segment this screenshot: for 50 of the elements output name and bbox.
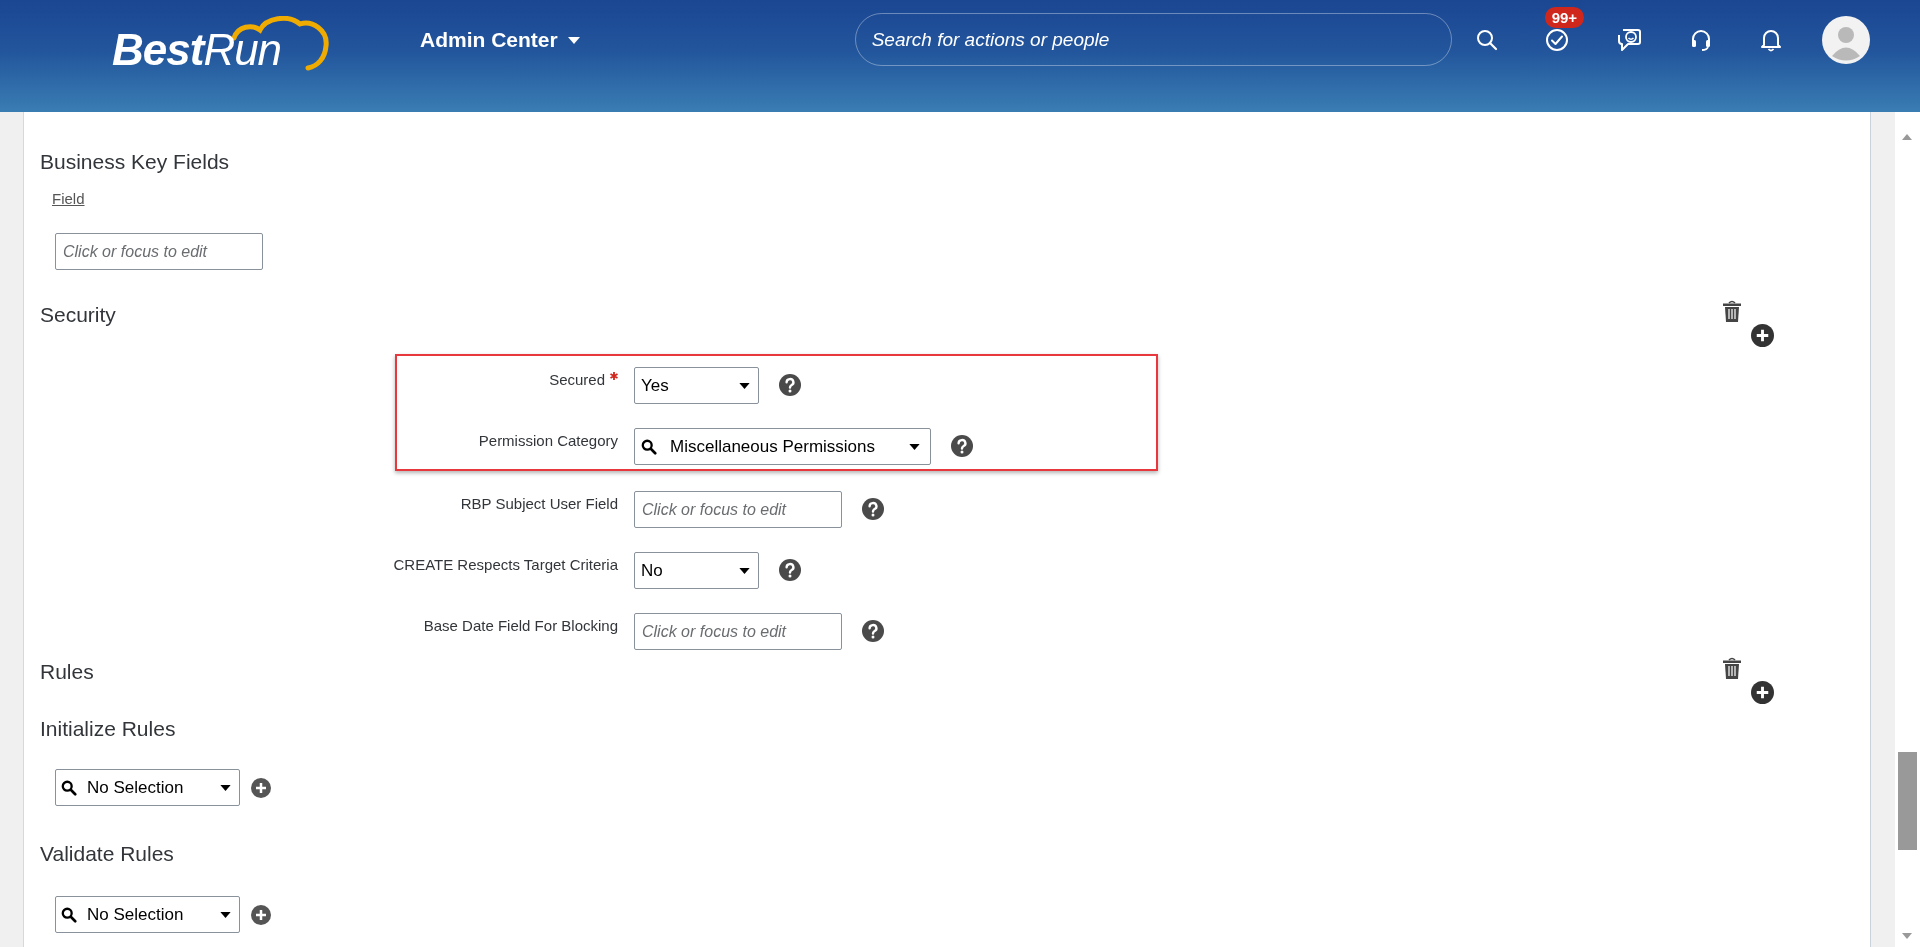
add-icon[interactable] <box>251 777 271 798</box>
input-field[interactable]: Click or focus to edit <box>55 233 263 270</box>
lookup-dropdown[interactable]: Miscellaneous Permissions <box>634 428 931 465</box>
section-title: Validate Rules <box>40 841 174 867</box>
caret-icon <box>909 443 920 450</box>
check-circle-icon[interactable] <box>1544 28 1569 52</box>
lookup-dropdown[interactable]: No Selection <box>55 769 240 806</box>
scroll-thumb[interactable] <box>1898 752 1917 850</box>
search-icon <box>61 906 77 923</box>
add-icon[interactable] <box>1751 324 1774 347</box>
field-label: Base Date Field For Blocking <box>423 616 618 636</box>
field-label: CREATE Respects Target Criteria <box>393 555 618 575</box>
section-title: Security <box>40 302 116 328</box>
section-title: Initialize Rules <box>40 716 176 742</box>
caret-icon <box>220 911 231 918</box>
help-icon[interactable] <box>951 435 973 457</box>
field-label: Permission Category <box>478 431 618 451</box>
dropdown[interactable]: Yes <box>634 367 759 404</box>
input-field[interactable]: Click or focus to edit <box>634 613 842 650</box>
search-icon[interactable] <box>1475 29 1498 51</box>
input-field[interactable]: Click or focus to edit <box>634 491 842 528</box>
field-label: Secured <box>549 370 605 390</box>
section-title: Business Key Fields <box>40 149 230 175</box>
caret-icon <box>567 36 580 44</box>
avatar[interactable] <box>1820 15 1871 65</box>
bell-icon[interactable] <box>1759 28 1782 52</box>
lookup-dropdown[interactable]: No Selection <box>55 896 240 933</box>
chat-smiley-icon[interactable] <box>1615 27 1642 53</box>
trash-icon[interactable] <box>1722 300 1742 323</box>
help-icon[interactable] <box>779 559 801 581</box>
search-icon <box>61 779 77 796</box>
field-column-header[interactable]: Field <box>52 189 85 209</box>
logo-text[interactable]: BestRun <box>112 26 282 74</box>
scroll-down-icon[interactable] <box>1902 933 1912 939</box>
trash-icon[interactable] <box>1722 657 1742 680</box>
help-icon[interactable] <box>779 374 801 396</box>
caret-icon <box>220 784 231 791</box>
caret-icon <box>739 382 750 389</box>
notification-badge: 99+ <box>1544 7 1585 28</box>
help-icon[interactable] <box>862 620 884 642</box>
help-icon[interactable] <box>862 498 884 520</box>
section-title: Rules <box>40 659 94 685</box>
app-menu-button[interactable]: Admin Center <box>420 26 580 54</box>
scroll-up-icon[interactable] <box>1902 134 1912 140</box>
field-label: RBP Subject User Field <box>460 494 618 514</box>
search-icon <box>641 438 657 455</box>
add-icon[interactable] <box>1751 681 1774 704</box>
caret-icon <box>739 567 750 574</box>
dropdown[interactable]: No <box>634 552 759 589</box>
add-icon[interactable] <box>251 904 271 925</box>
